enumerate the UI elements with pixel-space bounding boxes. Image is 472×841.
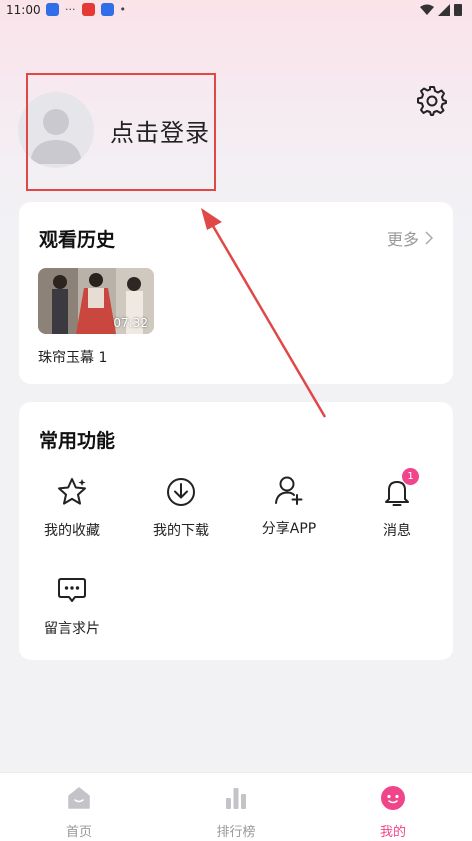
tab-home-label: 首页 (65, 825, 92, 840)
tab-ranking-label: 排行榜 (216, 825, 256, 840)
tab-mine[interactable]: 我的 (348, 785, 438, 840)
tab-home[interactable]: 首页 (34, 785, 124, 840)
tab-ranking[interactable]: 排行榜 (191, 785, 281, 840)
profile-icon (381, 786, 405, 810)
ranking-icon (226, 788, 246, 809)
home-icon (68, 787, 90, 809)
annotation-arrow (201, 208, 327, 418)
bottom-tab-bar: 首页 排行榜 我的 (0, 772, 472, 841)
tab-mine-label: 我的 (379, 825, 406, 840)
